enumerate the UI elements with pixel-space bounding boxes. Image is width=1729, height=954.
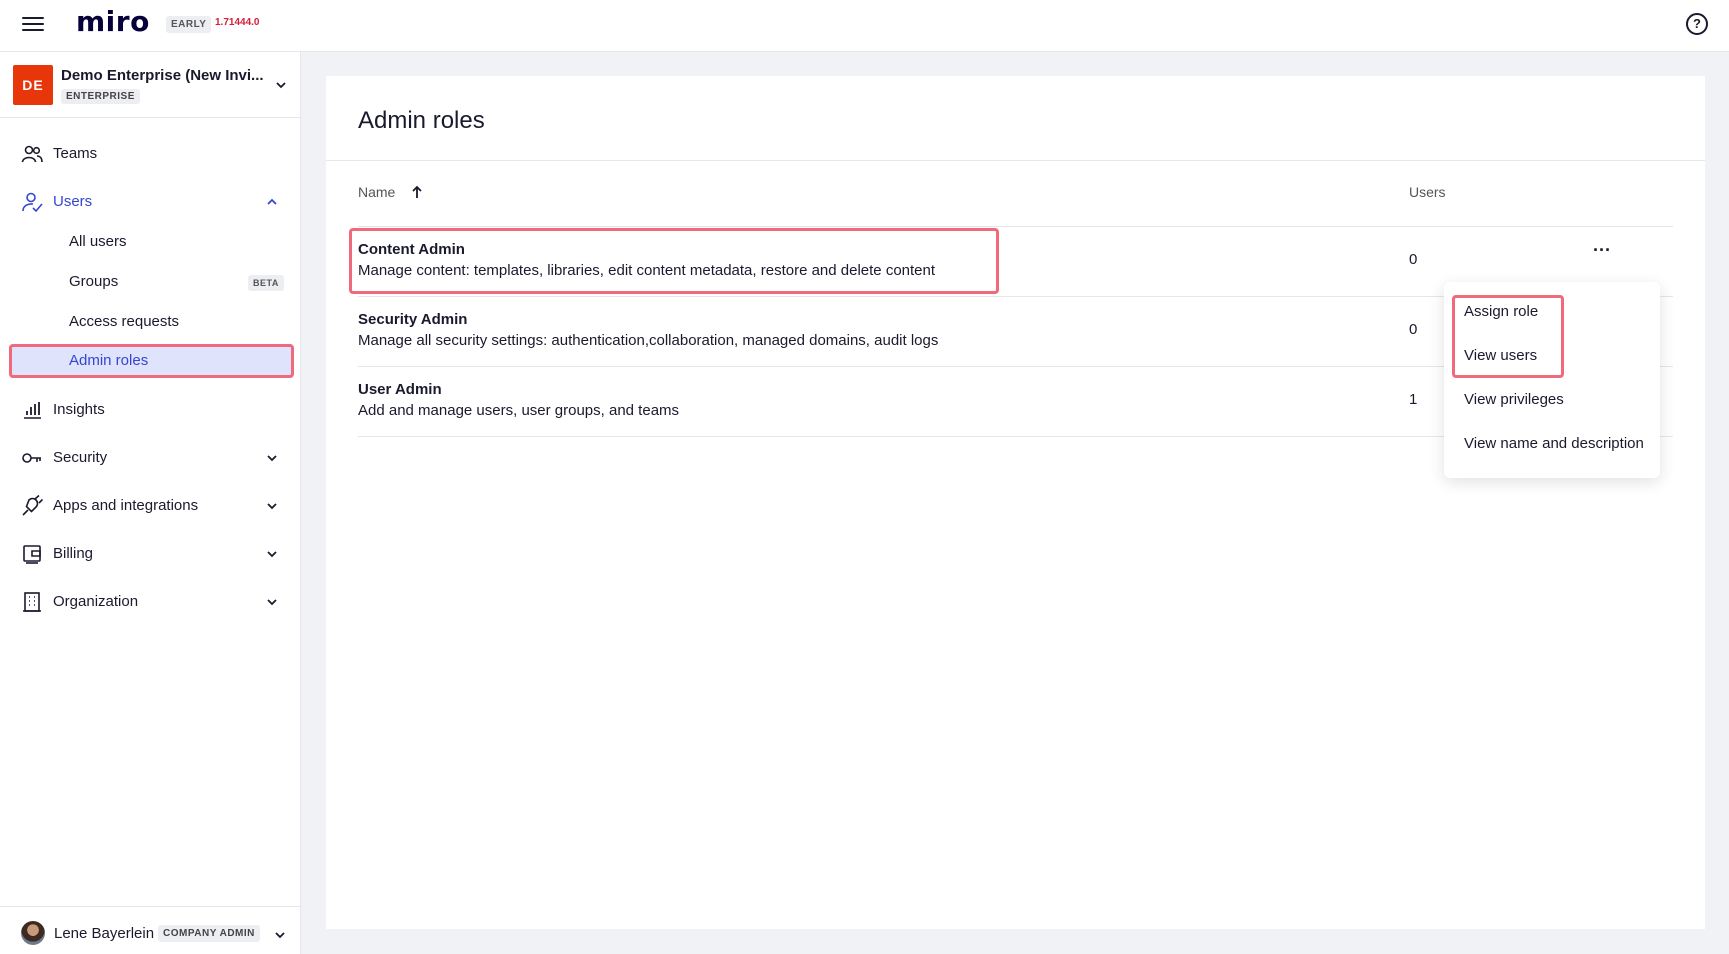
user-profile[interactable]: Lene Bayerlein COMPANY ADMIN (0, 906, 301, 954)
more-options-icon[interactable]: ··· (1590, 241, 1614, 267)
role-description: Manage content: templates, libraries, ed… (358, 262, 936, 279)
column-header-name[interactable]: Name (358, 184, 395, 200)
sidebar-item-insights[interactable]: Insights (0, 390, 301, 430)
hamburger-menu-icon[interactable] (22, 14, 44, 34)
role-description: Add and manage users, user groups, and t… (358, 402, 680, 419)
org-switcher[interactable]: DE Demo Enterprise (New Invi... ENTERPRI… (0, 52, 301, 118)
menu-item-view-name-description[interactable]: View name and description (1444, 424, 1660, 464)
role-users-count: 0 (1409, 251, 1418, 268)
bar-chart-icon (24, 402, 41, 419)
sidebar-item-billing[interactable]: Billing (0, 534, 301, 574)
menu-item-view-privileges[interactable]: View privileges (1444, 380, 1660, 420)
role-name: Security Admin (358, 311, 468, 328)
sidebar-item-security[interactable]: Security (0, 438, 301, 478)
sidebar-item-teams[interactable]: Teams (0, 134, 301, 174)
sidebar-item-label: Groups (69, 273, 119, 290)
user-name: Lene Bayerlein (54, 925, 155, 942)
sidebar-item-label: Admin roles (69, 352, 149, 369)
org-avatar: DE (13, 65, 53, 105)
sidebar-item-all-users[interactable]: All users (0, 225, 301, 259)
sidebar-item-label: Teams (53, 145, 98, 162)
menu-item-label: View users (1464, 347, 1538, 364)
divider (326, 160, 1705, 161)
sidebar-item-label: Organization (53, 593, 139, 610)
user-check-icon (22, 192, 43, 213)
column-header-users: Users (1409, 184, 1446, 200)
role-context-menu: Assign role View users View privileges V… (1444, 282, 1660, 478)
sidebar-item-admin-roles[interactable]: Admin roles (9, 344, 294, 378)
beta-badge: BETA (248, 275, 284, 291)
sidebar-item-users[interactable]: Users (0, 182, 301, 222)
avatar (21, 921, 45, 945)
chevron-down-icon (276, 82, 286, 89)
chevron-up-icon (267, 198, 277, 205)
chevron-down-icon (267, 599, 277, 606)
top-bar: miro EARLY 1.71444.0 ? (0, 0, 1729, 52)
role-name: Content Admin (358, 241, 465, 258)
chevron-down-icon (267, 551, 277, 558)
sidebar-item-label: Insights (53, 401, 105, 418)
key-icon (22, 453, 41, 463)
role-users-count: 1 (1409, 391, 1418, 408)
sidebar-item-label: Billing (53, 545, 94, 562)
chevron-down-icon (275, 932, 285, 939)
highlight-box (349, 228, 999, 294)
sidebar-item-label: Access requests (69, 313, 180, 330)
page-title: Admin roles (358, 107, 485, 134)
miro-logo[interactable]: miro (76, 5, 150, 38)
early-badge: EARLY (166, 16, 212, 33)
chevron-down-icon (267, 455, 277, 462)
wallet-icon (23, 545, 41, 564)
chevron-down-icon (267, 503, 277, 510)
org-name: Demo Enterprise (New Invi... (61, 67, 264, 84)
plug-icon (22, 495, 43, 516)
menu-item-label: View name and description (1464, 435, 1644, 452)
role-name: User Admin (358, 381, 442, 398)
people-icon (21, 145, 43, 163)
menu-item-view-users[interactable]: View users (1444, 336, 1660, 376)
sidebar-item-groups[interactable]: Groups BETA (0, 265, 301, 299)
role-description: Manage all security settings: authentica… (358, 332, 939, 349)
sort-ascending-icon[interactable] (410, 184, 424, 200)
main-panel: Admin roles Name Users Content Admin Man… (326, 76, 1705, 929)
sidebar: DE Demo Enterprise (New Invi... ENTERPRI… (0, 52, 301, 954)
sidebar-item-access-requests[interactable]: Access requests (0, 305, 301, 339)
menu-item-assign-role[interactable]: Assign role (1444, 292, 1660, 332)
sidebar-item-label: Security (53, 449, 108, 466)
menu-item-label: View privileges (1464, 391, 1564, 408)
version-label: 1.71444.0 (215, 17, 260, 28)
building-icon (23, 592, 41, 612)
menu-item-label: Assign role (1464, 303, 1539, 320)
role-users-count: 0 (1409, 321, 1418, 338)
help-icon[interactable]: ? (1686, 13, 1708, 35)
sidebar-item-label: Apps and integrations (53, 497, 199, 514)
sidebar-item-organization[interactable]: Organization (0, 582, 301, 622)
sidebar-item-apps-integrations[interactable]: Apps and integrations (0, 486, 301, 526)
role-badge: COMPANY ADMIN (158, 925, 260, 942)
sidebar-item-label: Users (53, 193, 93, 210)
org-plan-badge: ENTERPRISE (61, 89, 140, 104)
sidebar-item-label: All users (69, 233, 127, 250)
